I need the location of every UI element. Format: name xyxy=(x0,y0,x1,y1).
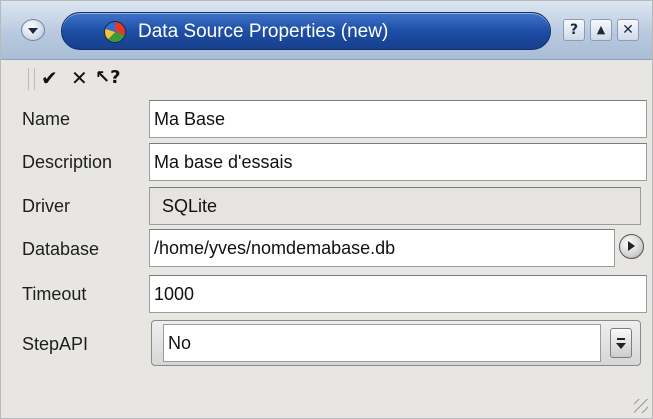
close-button[interactable]: ✕ xyxy=(617,19,639,41)
resize-grip[interactable] xyxy=(634,399,648,413)
timeout-label: Timeout xyxy=(22,284,87,304)
toolbar: ✔ ✕ ↖? xyxy=(1,60,652,96)
description-label: Description xyxy=(22,152,113,172)
window-menu-button[interactable] xyxy=(21,19,45,41)
database-input[interactable]: /home/yves/nomdemabase.db xyxy=(149,229,615,267)
help-button[interactable]: ? xyxy=(563,19,585,41)
name-label: Name xyxy=(22,109,71,129)
driver-field: SQLite xyxy=(149,187,641,225)
browse-file-button[interactable] xyxy=(619,234,644,259)
stepapi-select-value[interactable]: No xyxy=(163,324,601,362)
title-bar[interactable]: Data Source Properties (new) ? ▲ ✕ xyxy=(1,1,652,60)
data-source-properties-window: Data Source Properties (new) ? ▲ ✕ ✔ ✕ ↖… xyxy=(0,0,653,419)
whats-this-icon[interactable]: ↖? xyxy=(95,66,121,90)
stepapi-select[interactable]: No xyxy=(151,320,641,366)
database-label: Database xyxy=(22,239,100,259)
cancel-x-icon[interactable]: ✕ xyxy=(71,66,88,90)
window-title: Data Source Properties (new) xyxy=(138,21,389,42)
app-icon xyxy=(104,21,126,43)
toolbar-grip[interactable] xyxy=(28,68,35,90)
ok-check-icon[interactable]: ✔ xyxy=(41,66,58,90)
timeout-input[interactable]: 1000 xyxy=(149,275,647,313)
dropdown-arrow-icon[interactable] xyxy=(610,328,632,358)
title-pill[interactable]: Data Source Properties (new) xyxy=(61,12,551,50)
stepapi-label: StepAPI xyxy=(22,334,89,354)
name-input[interactable]: Ma Base xyxy=(149,100,647,138)
description-input[interactable]: Ma base d'essais xyxy=(149,143,647,181)
driver-label: Driver xyxy=(22,196,70,216)
shade-button[interactable]: ▲ xyxy=(590,19,612,41)
